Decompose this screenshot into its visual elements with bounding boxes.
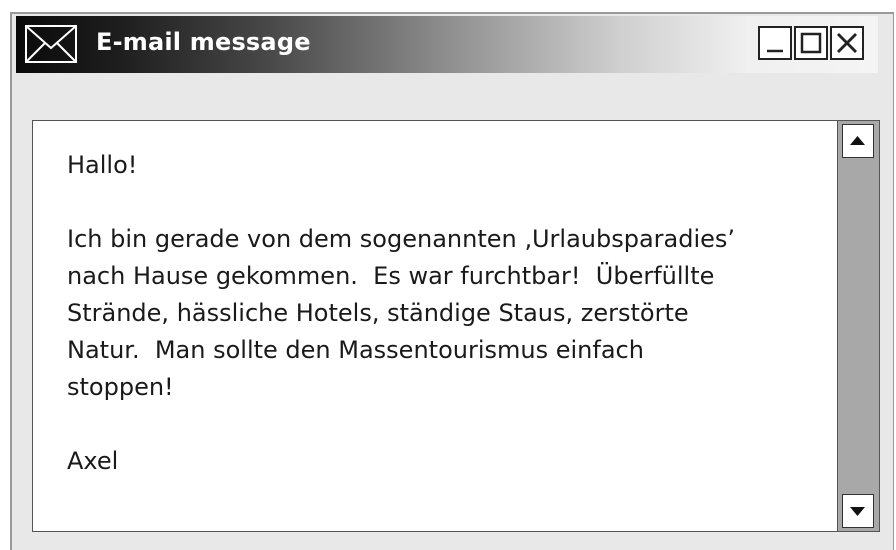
message-body[interactable]: Hallo! Ich bin gerade von dem sogenannte… bbox=[32, 120, 838, 532]
envelope-icon bbox=[24, 24, 78, 64]
scroll-down-button[interactable] bbox=[842, 494, 874, 528]
arrow-down-icon bbox=[850, 507, 865, 516]
maximize-icon bbox=[800, 32, 822, 54]
close-button[interactable] bbox=[830, 26, 864, 60]
vertical-scrollbar[interactable] bbox=[838, 120, 880, 532]
message-text: Hallo! Ich bin gerade von dem sogenannte… bbox=[67, 151, 736, 475]
minimize-button[interactable] bbox=[758, 26, 792, 60]
window-title: E-mail message bbox=[96, 28, 311, 56]
scroll-up-button[interactable] bbox=[842, 124, 874, 158]
maximize-button[interactable] bbox=[794, 26, 828, 60]
minimize-icon bbox=[767, 49, 783, 53]
title-bar[interactable]: E-mail message bbox=[16, 16, 878, 73]
arrow-up-icon bbox=[850, 136, 865, 145]
close-icon bbox=[837, 33, 857, 53]
